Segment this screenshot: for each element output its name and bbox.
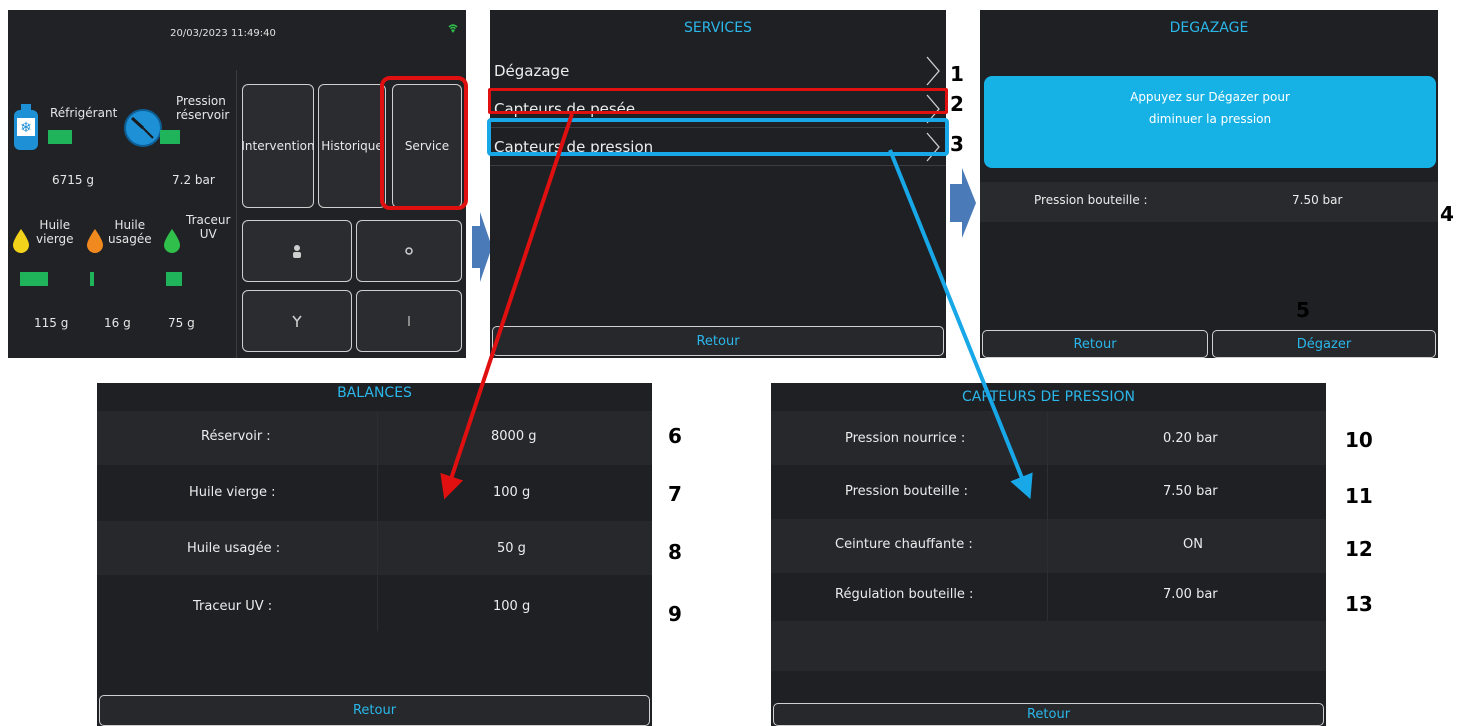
annotation-3: 3 <box>950 132 964 156</box>
annotation-9: 9 <box>668 602 682 626</box>
annotation-8: 8 <box>668 540 682 564</box>
blue-connector-arrow <box>888 149 1033 500</box>
annotation-12: 12 <box>1345 537 1373 561</box>
annotation-2: 2 <box>950 92 964 116</box>
annotation-11: 11 <box>1345 484 1373 508</box>
annotation-5: 5 <box>1296 298 1310 322</box>
annotation-1: 1 <box>950 62 964 86</box>
connector-arrows <box>440 113 1033 500</box>
annotation-13: 13 <box>1345 592 1373 616</box>
annotation-10: 10 <box>1345 428 1373 452</box>
annotation-4: 4 <box>1440 202 1454 226</box>
annotation-7: 7 <box>668 482 682 506</box>
annotation-6: 6 <box>668 424 682 448</box>
red-connector-arrow <box>440 113 574 500</box>
